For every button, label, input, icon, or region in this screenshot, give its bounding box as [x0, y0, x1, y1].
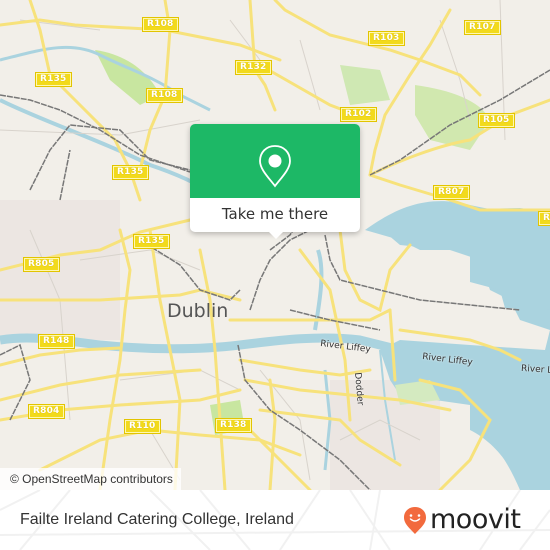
road-label: R132	[235, 60, 272, 75]
location-popup[interactable]: Take me there	[190, 124, 360, 239]
popup-header	[190, 124, 360, 198]
road-label: R804	[28, 404, 65, 419]
map-pin-icon	[259, 145, 291, 188]
map-view[interactable]: R108 R103 R107 R135 R132 R108 R102 R105 …	[0, 0, 550, 490]
take-me-there-button[interactable]: Take me there	[190, 198, 360, 232]
road-label: R138	[215, 418, 252, 433]
road-label: R807	[433, 185, 470, 200]
city-label: Dublin	[167, 300, 229, 322]
popup-pointer	[267, 230, 285, 239]
map-tiles	[0, 0, 550, 490]
road-label: R103	[368, 31, 405, 46]
road-label: R805	[23, 257, 60, 272]
road-label: R108	[146, 88, 183, 103]
map-attribution[interactable]: © OpenStreetMap contributors	[0, 468, 181, 490]
road-label: R105	[478, 113, 515, 128]
moovit-wordmark: moovit	[430, 504, 521, 535]
road-label: R102	[340, 107, 377, 122]
road-label: R135	[35, 72, 72, 87]
road-label: R135	[133, 234, 170, 249]
road-label: R107	[464, 20, 501, 35]
footer: Failte Ireland Catering College, Ireland…	[0, 490, 550, 550]
place-name: Failte Ireland Catering College, Ireland	[20, 511, 294, 528]
road-label: R110	[124, 419, 161, 434]
moovit-logo[interactable]: moovit	[400, 502, 550, 538]
road-label: R135	[112, 165, 149, 180]
road-label: R148	[38, 334, 75, 349]
moovit-pin-icon	[404, 507, 426, 534]
road-label: R	[537, 211, 550, 226]
road-label: R108	[142, 17, 179, 32]
